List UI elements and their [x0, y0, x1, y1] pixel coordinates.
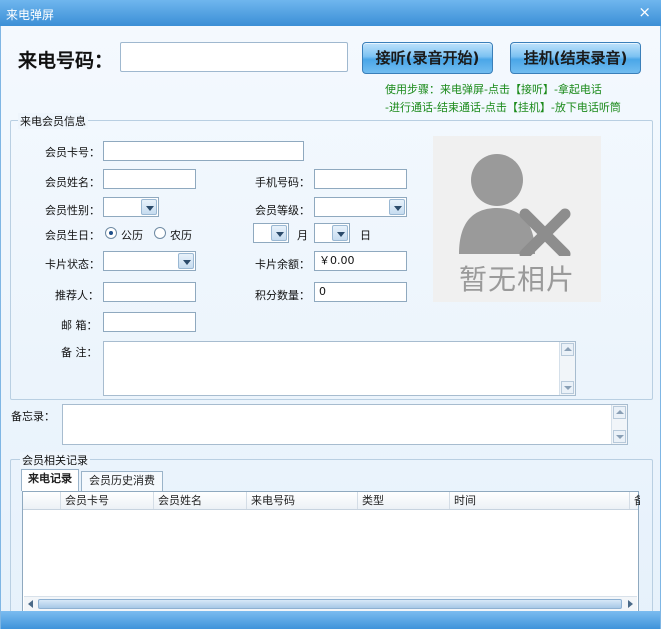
gender-label: 会员性别：: [45, 204, 100, 217]
mobile-label: 手机号码：: [255, 176, 310, 189]
card-balance-label: 卡片余额：: [255, 258, 310, 271]
usage-hint-line1: 使用步骤：来电弹屏-点击【接听】-拿起电话: [385, 83, 602, 96]
remark-scrollbar[interactable]: [559, 342, 575, 395]
user-remove-icon: [459, 154, 571, 256]
email-label: 邮 箱：: [61, 319, 98, 332]
memo-label: 备忘录：: [11, 410, 55, 423]
records-legend: 会员相关记录: [20, 452, 90, 468]
table-header: 会员卡号 会员姓名 来电号码 类型 时间 备: [23, 492, 640, 510]
memo-textarea[interactable]: [62, 404, 628, 445]
photo-placeholder-text: 暂无相片: [458, 263, 575, 296]
scroll-down-icon[interactable]: [561, 381, 574, 394]
caller-number-input[interactable]: [120, 42, 348, 72]
card-no-label: 会员卡号：: [45, 146, 100, 159]
scroll-up-icon[interactable]: [613, 406, 626, 419]
table-horizontal-scrollbar[interactable]: [24, 596, 637, 611]
chevron-down-icon[interactable]: [389, 199, 405, 215]
tab-call-records[interactable]: 来电记录: [21, 469, 79, 491]
memo-scrollbar[interactable]: [611, 405, 627, 444]
tab-consumption-history[interactable]: 会员历史消费: [81, 471, 163, 491]
gender-select[interactable]: [103, 197, 159, 217]
birth-day-select[interactable]: [314, 223, 350, 243]
email-input[interactable]: [103, 312, 196, 332]
lunar-radio[interactable]: [154, 227, 166, 239]
column-header[interactable]: 会员卡号: [61, 492, 154, 509]
birth-month-select[interactable]: [253, 223, 289, 243]
name-label: 会员姓名：: [45, 176, 100, 189]
level-label: 会员等级：: [255, 204, 310, 217]
title-bar: 来电弹屏 ×: [0, 0, 661, 26]
name-input[interactable]: [103, 169, 196, 189]
scroll-right-icon[interactable]: [624, 598, 636, 610]
close-icon[interactable]: ×: [638, 3, 651, 21]
referrer-label: 推荐人：: [55, 289, 99, 302]
chevron-down-icon[interactable]: [332, 225, 348, 241]
remark-label: 备 注：: [61, 346, 98, 359]
column-header[interactable]: 备: [630, 492, 640, 509]
member-photo: 暂无相片: [433, 136, 601, 302]
window-title: 来电弹屏: [6, 8, 55, 22]
birthday-label: 会员生日：: [45, 229, 100, 242]
row-indicator-header: [23, 492, 61, 509]
chevron-down-icon[interactable]: [141, 199, 157, 215]
solar-radio[interactable]: [105, 227, 117, 239]
call-records-table[interactable]: 会员卡号 会员姓名 来电号码 类型 时间 备: [22, 491, 640, 613]
usage-hint-line2: -进行通话-结束通话-点击【挂机】-放下电话听筒: [385, 101, 621, 114]
hangup-button[interactable]: 挂机(结束录音): [510, 42, 641, 74]
referrer-input[interactable]: [103, 282, 196, 302]
points-label: 积分数量：: [255, 289, 310, 302]
column-header[interactable]: 来电号码: [247, 492, 358, 509]
scroll-down-icon[interactable]: [613, 430, 626, 443]
column-header[interactable]: 会员姓名: [154, 492, 247, 509]
card-balance-input[interactable]: ￥0.00: [314, 251, 407, 271]
member-info-legend: 来电会员信息: [18, 113, 88, 129]
card-no-input[interactable]: [103, 141, 304, 161]
day-suffix: 日: [360, 229, 371, 242]
points-input[interactable]: 0: [314, 282, 407, 302]
scroll-up-icon[interactable]: [561, 343, 574, 356]
window-bottom-border: [1, 611, 660, 629]
month-suffix: 月: [297, 229, 308, 242]
scroll-thumb[interactable]: [38, 599, 622, 609]
mobile-input[interactable]: [314, 169, 407, 189]
caller-number-label: 来电号码：: [18, 50, 114, 72]
chevron-down-icon[interactable]: [271, 225, 287, 241]
main-window: 来电号码： 接听(录音开始) 挂机(结束录音) 使用步骤：来电弹屏-点击【接听】…: [0, 26, 661, 629]
solar-label: 公历: [121, 229, 143, 242]
chevron-down-icon[interactable]: [178, 253, 194, 269]
remark-textarea[interactable]: [103, 341, 576, 396]
answer-button[interactable]: 接听(录音开始): [362, 42, 493, 74]
level-select[interactable]: [314, 197, 407, 217]
column-header[interactable]: 类型: [358, 492, 450, 509]
lunar-label: 农历: [170, 229, 192, 242]
card-status-select[interactable]: [103, 251, 196, 271]
card-status-label: 卡片状态：: [45, 258, 100, 271]
scroll-left-icon[interactable]: [25, 598, 37, 610]
column-header[interactable]: 时间: [450, 492, 630, 509]
